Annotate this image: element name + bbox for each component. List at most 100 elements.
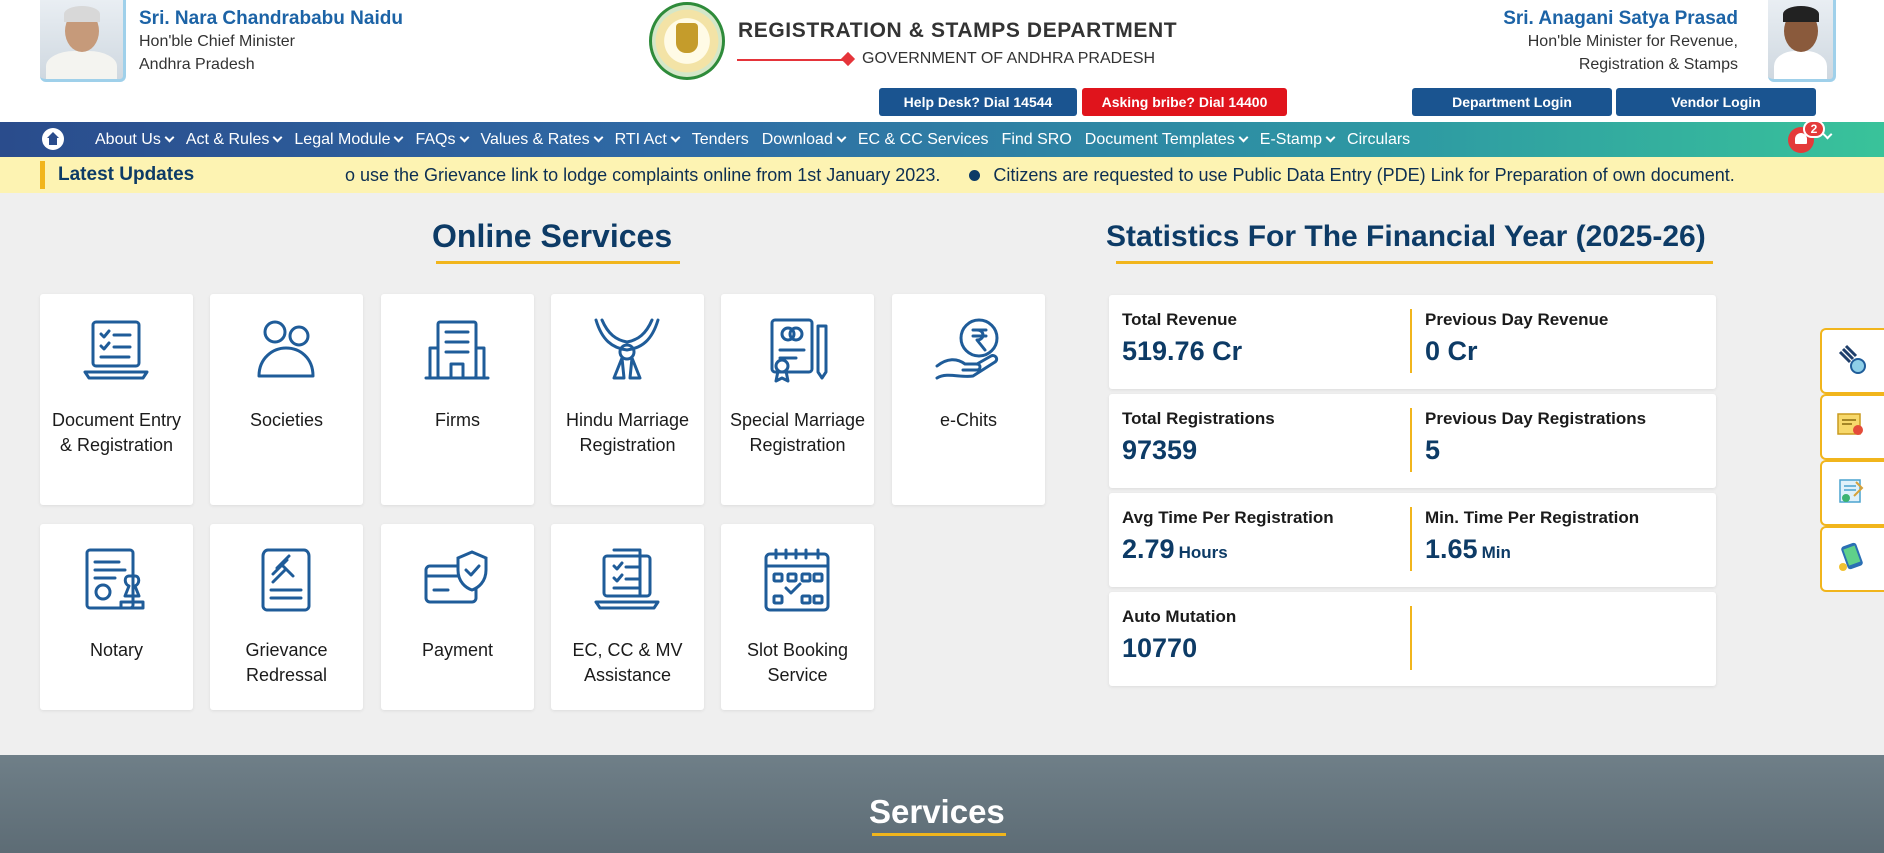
stat-row-registrations: Total Registrations 97359 Previous Day R…	[1109, 394, 1716, 488]
chevron-down-icon	[670, 132, 681, 143]
side-tools	[1820, 328, 1884, 592]
laptop-checklist-icon	[81, 316, 151, 384]
stat-label: Auto Mutation	[1122, 607, 1237, 626]
notary-stamp-icon	[81, 546, 151, 614]
service-card-slot-booking-service[interactable]: Slot Booking Service	[721, 524, 874, 710]
stat-divider	[1410, 408, 1412, 472]
service-card-e-chits[interactable]: e-Chits	[892, 294, 1045, 505]
stat-unit: Hours	[1178, 543, 1228, 562]
divider-line	[737, 59, 849, 61]
nav-item-label: Tenders	[691, 130, 749, 148]
service-card-label: EC, CC & MV Assistance	[572, 640, 683, 685]
chevron-down-icon	[1325, 132, 1336, 143]
stat-value: 10770	[1122, 633, 1198, 663]
service-card-document-entry-registration[interactable]: Document Entry & Registration	[40, 294, 193, 505]
main-navigation: About Us Act & Rules Legal Module FAQs Value…	[0, 120, 1884, 157]
nav-item-download[interactable]: Download	[761, 130, 847, 149]
chief-minister-photo	[40, 0, 126, 82]
stat-label: Min. Time Per Registration	[1425, 508, 1640, 527]
service-card-label: Document Entry & Registration	[51, 410, 182, 455]
service-card-label: Notary	[89, 640, 143, 660]
update-item-2[interactable]: Citizens are requested to use Public Dat…	[993, 165, 1734, 185]
site-header: Sri. Nara Chandrababu Naidu Hon'ble Chie…	[0, 0, 1884, 122]
service-card-societies[interactable]: Societies	[210, 294, 363, 505]
nav-item-label: Document Templates	[1084, 130, 1235, 148]
service-card-grievance-redressal[interactable]: Grievance Redressal	[210, 524, 363, 710]
stat-divider	[1410, 606, 1412, 670]
side-tool-1[interactable]	[1820, 328, 1884, 394]
minister-info: Sri. Anagani Satya Prasad Hon'ble Minist…	[1503, 8, 1738, 76]
service-card-label: Payment	[421, 640, 494, 660]
stat-label: Previous Day Revenue	[1425, 310, 1609, 329]
service-card-label: Firms	[435, 410, 480, 430]
nav-item-values-rates[interactable]: Values & Rates	[481, 131, 604, 149]
chevron-down-icon	[1238, 132, 1249, 143]
nav-item-about-us[interactable]: About Us	[95, 130, 175, 149]
update-item-1[interactable]: o use the Grievance link to lodge compla…	[345, 165, 940, 185]
minister-role: Hon'ble Minister for Revenue,	[1527, 33, 1738, 50]
side-tool-4[interactable]	[1820, 526, 1884, 592]
rupee-hand-icon	[933, 316, 1003, 384]
bullet-icon	[969, 170, 981, 181]
phone-coins-icon	[1836, 542, 1866, 572]
title-underline	[436, 261, 680, 264]
nav-item-e-stamp[interactable]: E-Stamp	[1259, 130, 1336, 149]
minister-portfolio: Registration & Stamps	[1578, 56, 1738, 73]
service-card-notary[interactable]: Notary	[40, 524, 193, 710]
nav-item-label: EC & CC Services	[857, 130, 989, 148]
stat-value: 1.65	[1425, 534, 1478, 564]
minister-photo	[1768, 0, 1836, 82]
nav-item-document-templates[interactable]: Document Templates	[1084, 130, 1249, 149]
people-icon	[251, 316, 321, 384]
stat-value: 519.76 Cr	[1122, 336, 1243, 366]
card-shield-icon	[422, 546, 492, 614]
statistics-title: Statistics For The Financial Year (2025-…	[1106, 220, 1706, 253]
service-card-payment[interactable]: Payment	[381, 524, 534, 710]
nav-item-label: Download	[761, 130, 833, 148]
title-underline	[872, 833, 1006, 836]
service-card-firms[interactable]: Firms	[381, 294, 534, 505]
nav-item-faqs[interactable]: FAQs	[415, 130, 469, 149]
nav-item-label: RTI Act	[614, 130, 667, 148]
chevron-down-icon[interactable]	[1822, 129, 1833, 140]
nav-item-rti-act[interactable]: RTI Act	[614, 130, 681, 149]
nav-item-legal-module[interactable]: Legal Module	[294, 131, 404, 149]
certificate-ribbon-icon	[1836, 410, 1866, 440]
divider-diamond	[840, 51, 856, 67]
service-card-special-marriage-registration[interactable]: Special Marriage Registration	[721, 294, 874, 505]
minister-name: Sri. Anagani Satya Prasad	[1503, 8, 1738, 29]
chevron-down-icon	[593, 132, 604, 143]
nav-item-find-sro[interactable]: Find SRO	[1002, 131, 1072, 149]
nav-item-circulars[interactable]: Circulars	[1347, 131, 1410, 149]
nav-item-ec-cc-services[interactable]: EC & CC Services	[858, 131, 989, 149]
nav-item-label: Find SRO	[1001, 130, 1072, 148]
stat-row-mutation: Auto Mutation 10770	[1109, 592, 1716, 686]
side-tool-2[interactable]	[1820, 394, 1884, 460]
home-icon[interactable]	[42, 128, 64, 150]
government-title: GOVERNMENT OF ANDHRA PRADESH	[862, 50, 1156, 67]
chevron-down-icon	[836, 132, 847, 143]
nav-item-label: Circulars	[1347, 130, 1411, 148]
stat-label: Total Revenue	[1122, 310, 1237, 329]
nav-item-label: About Us	[95, 130, 161, 148]
service-card-label: Hindu Marriage Registration	[565, 410, 690, 455]
service-card-hindu-marriage-registration[interactable]: Hindu Marriage Registration	[551, 294, 704, 505]
department-login-button[interactable]: Department Login	[1412, 88, 1612, 116]
stat-divider	[1410, 309, 1412, 373]
service-card-label: e-Chits	[939, 410, 997, 430]
document-check-icon	[1836, 476, 1866, 506]
nav-item-label: E-Stamp	[1259, 130, 1323, 148]
nav-item-act-rules[interactable]: Act & Rules	[186, 131, 283, 149]
chief-minister-name: Sri. Nara Chandrababu Naidu	[139, 8, 403, 29]
service-card-ec-cc-mv-assistance[interactable]: EC, CC & MV Assistance	[551, 524, 704, 710]
help-desk-button[interactable]: Help Desk? Dial 14544	[879, 88, 1077, 116]
nav-item-tenders[interactable]: Tenders	[692, 131, 749, 149]
stat-divider	[1410, 507, 1412, 571]
ap-emblem-logo[interactable]	[649, 2, 725, 80]
vendor-login-button[interactable]: Vendor Login	[1616, 88, 1816, 116]
nav-item-label: FAQs	[415, 130, 456, 148]
stat-value: 97359	[1122, 435, 1198, 465]
calendar-check-icon	[762, 546, 832, 614]
asking-bribe-button[interactable]: Asking bribe? Dial 14400	[1082, 88, 1287, 116]
side-tool-3[interactable]	[1820, 460, 1884, 526]
